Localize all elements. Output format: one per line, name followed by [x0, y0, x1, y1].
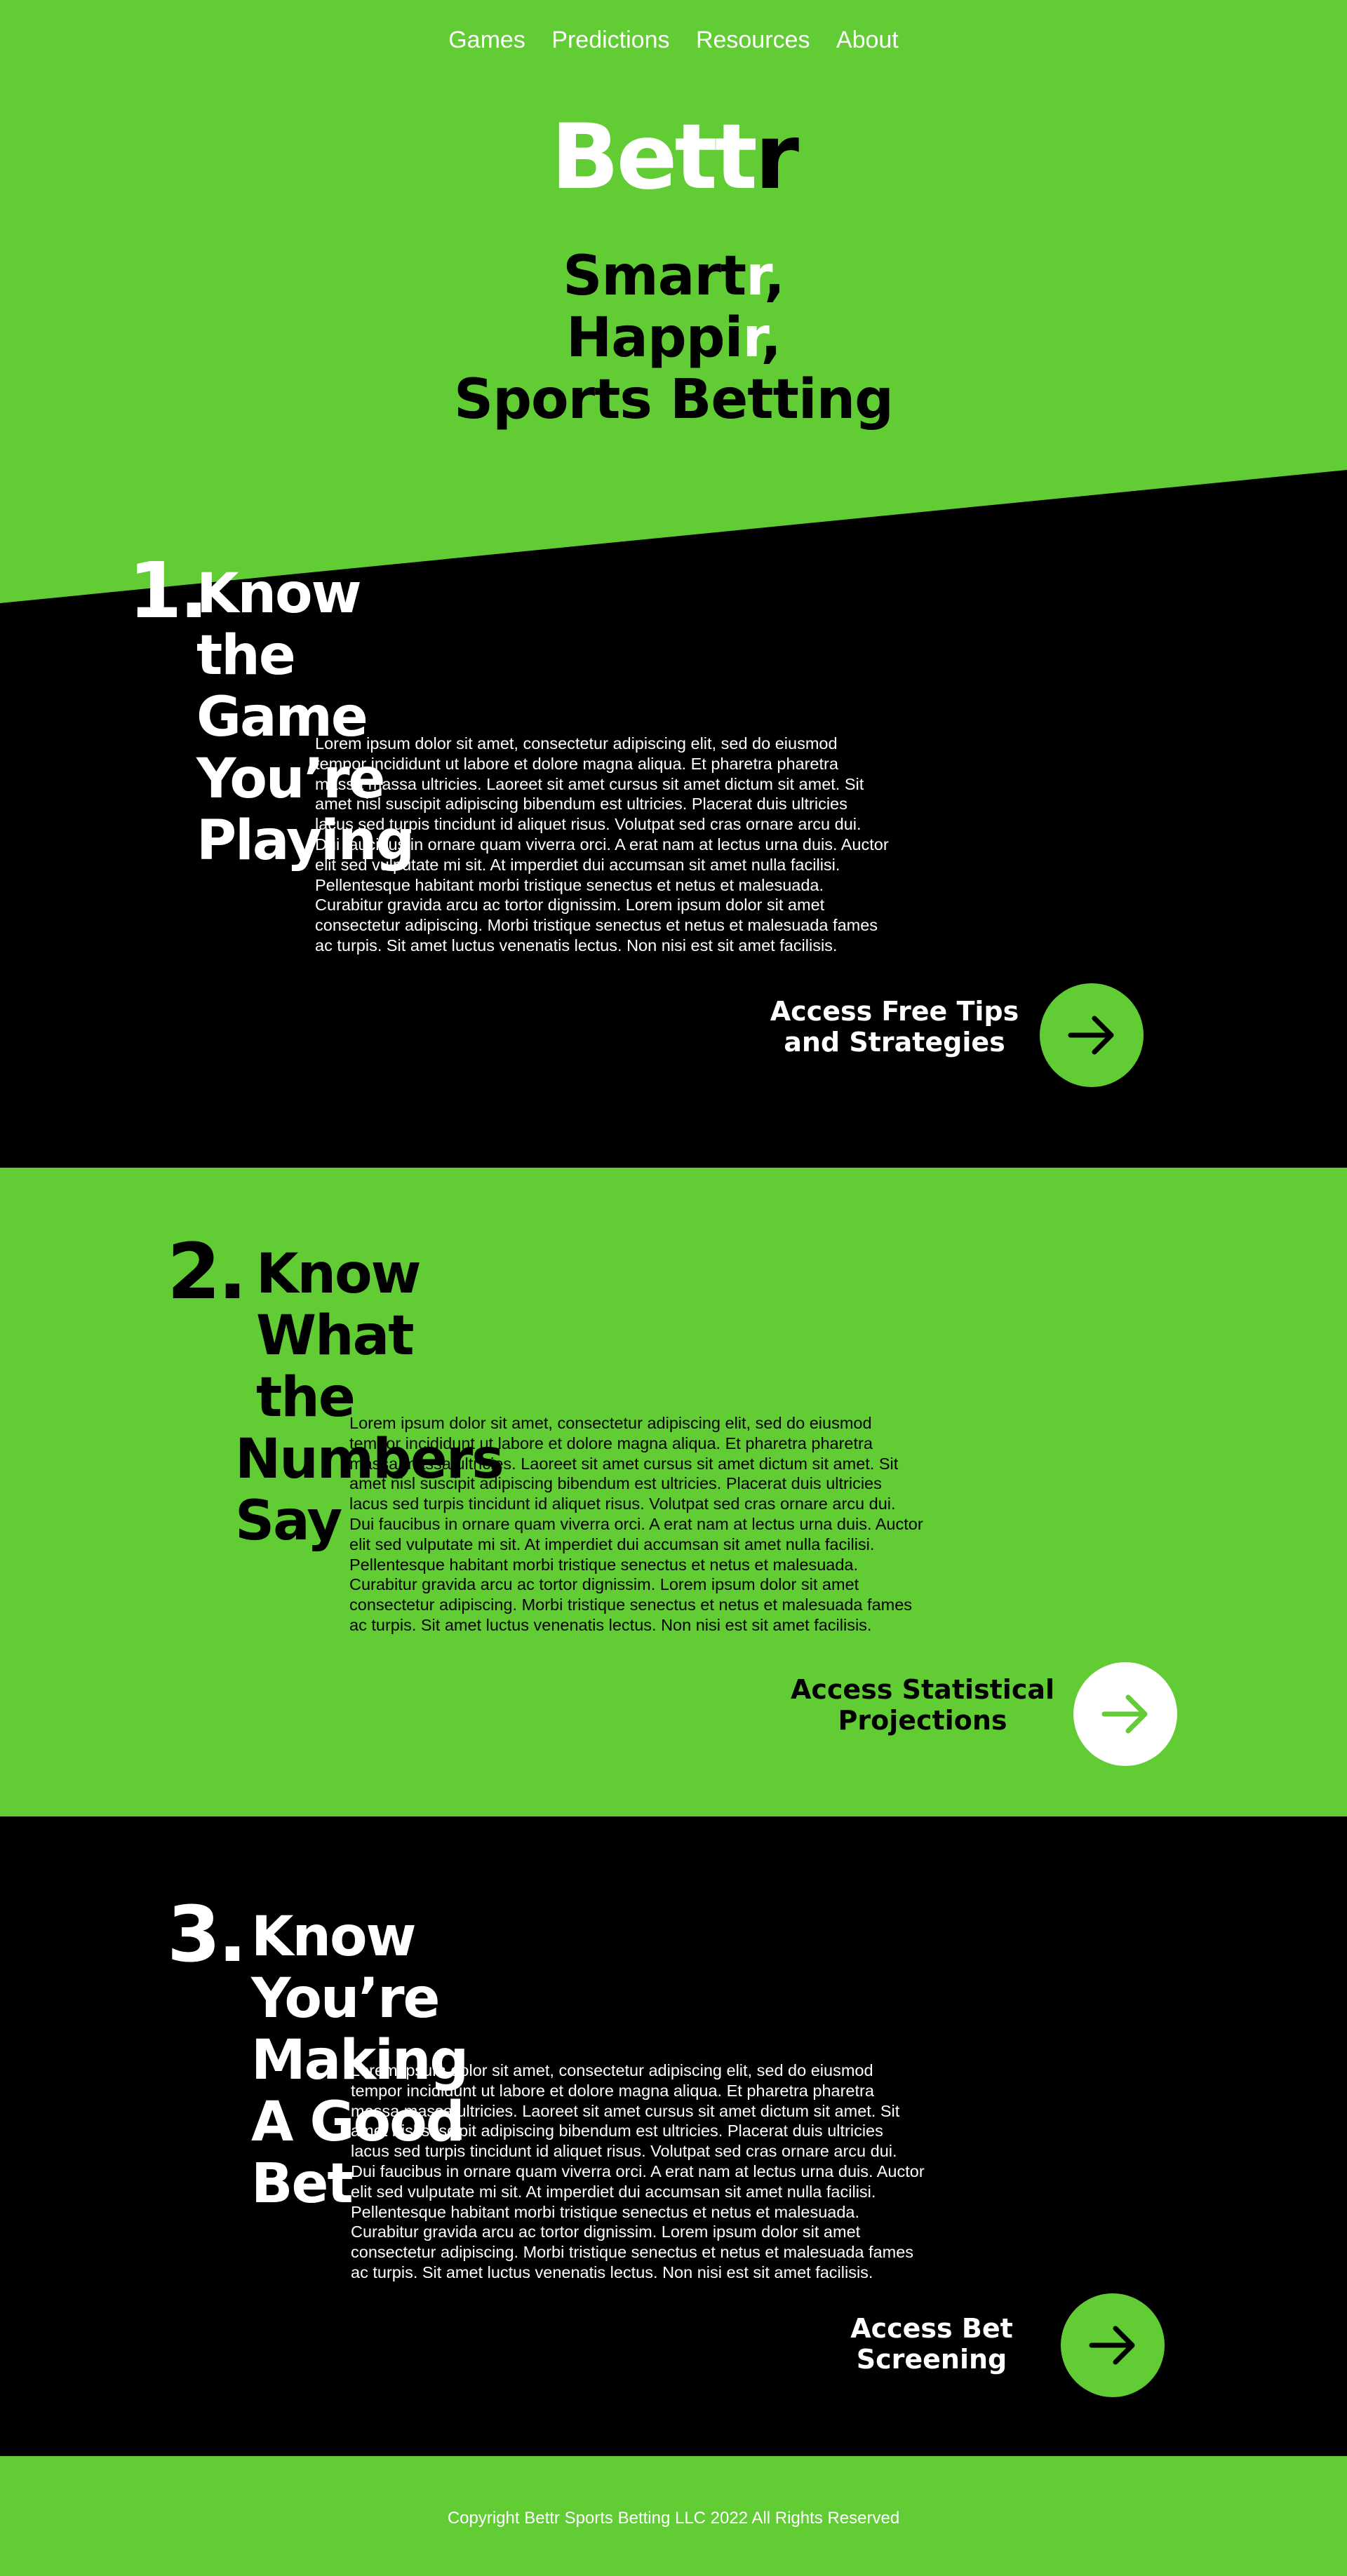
cta-label-line: Projections: [838, 1705, 1007, 1736]
section-body: Lorem ipsum dolor sit amet, consectetur …: [315, 734, 889, 955]
section-title-line: Know What the: [256, 1243, 422, 1429]
tagline-accent: r: [742, 306, 761, 370]
section-title-line: Know the Game: [196, 562, 368, 749]
arrow-right-icon: [1101, 1694, 1148, 1734]
nav-item-predictions[interactable]: Predictions: [551, 27, 669, 54]
logo-text-main: Bett: [551, 105, 758, 210]
nav-item-resources[interactable]: Resources: [696, 27, 810, 54]
arrow-right-icon: [1089, 2326, 1135, 2365]
cta-label-line: and Strategies: [784, 1027, 1005, 1058]
tagline-line-1: Smartr,: [0, 245, 1347, 307]
top-nav: Games Predictions Resources About: [0, 27, 1347, 54]
statistical-projections-button[interactable]: [1073, 1662, 1177, 1766]
section-body: Lorem ipsum dolor sit amet, consectetur …: [351, 2061, 925, 2281]
bet-screening-button[interactable]: [1061, 2293, 1165, 2397]
tagline-line-3: Sports Betting: [454, 368, 894, 431]
cta-label-line: Access Statistical: [790, 1674, 1055, 1705]
cta-label: Access Free Tips and Strategies: [754, 996, 1035, 1058]
tagline-accent: r: [746, 245, 765, 308]
nav-item-about[interactable]: About: [836, 27, 899, 54]
section-body: Lorem ipsum dolor sit amet, consectetur …: [349, 1414, 923, 1634]
hero-tagline: Smartr, Happir, Sports Betting: [0, 245, 1347, 431]
footer-copyright: Copyright Bettr Sports Betting LLC 2022 …: [447, 2509, 900, 2528]
section-number: 1.: [128, 546, 208, 635]
cta-label-line: Screening: [856, 2344, 1007, 2375]
free-tips-button[interactable]: [1040, 983, 1144, 1087]
tagline-word: Smart: [563, 245, 746, 308]
tagline-line-2: Happir,: [0, 307, 1347, 369]
cta-label-line: Access Bet: [850, 2313, 1013, 2344]
tagline-punct: ,: [760, 306, 782, 370]
tagline-punct: ,: [764, 245, 785, 308]
site-logo[interactable]: Bettr: [0, 105, 1347, 210]
cta-label: Access Bet Screening: [791, 2313, 1072, 2375]
section-number: 3.: [167, 1889, 247, 1979]
section-number: 2.: [167, 1227, 247, 1316]
arrow-right-icon: [1068, 1016, 1114, 1055]
cta-label: Access Statistical Projections: [782, 1674, 1063, 1736]
nav-item-games[interactable]: Games: [448, 27, 525, 54]
tagline-word: Happi: [566, 306, 743, 370]
logo-text-accent: r: [754, 105, 799, 210]
cta-label-line: Access Free Tips: [770, 996, 1019, 1027]
